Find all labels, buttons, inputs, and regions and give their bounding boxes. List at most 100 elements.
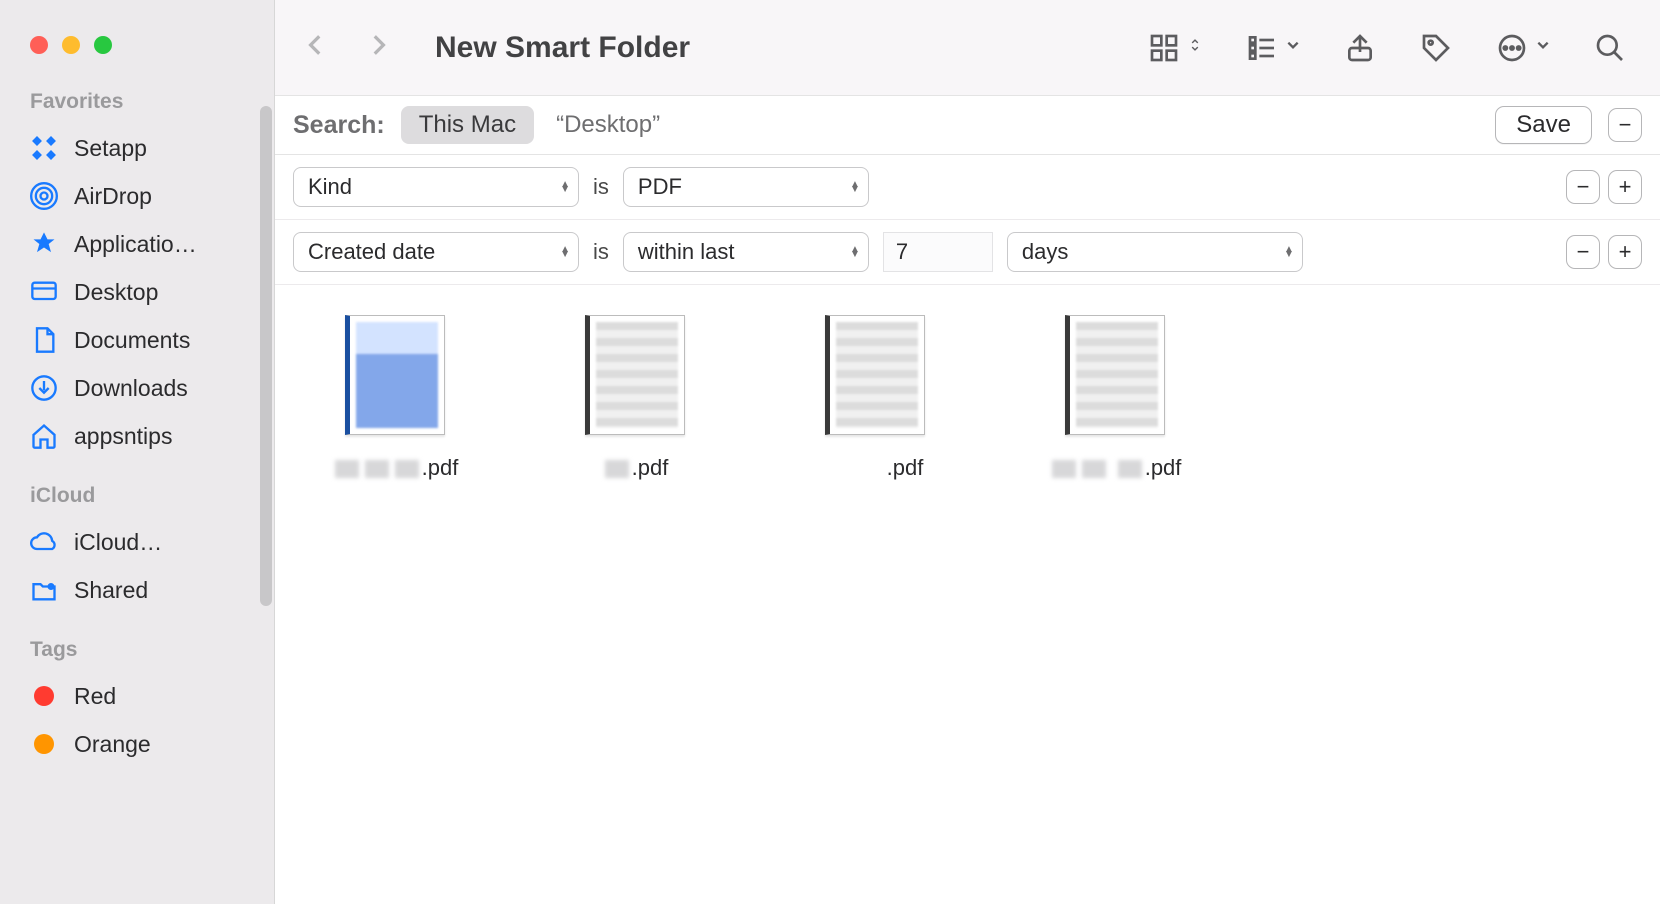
updown-icon: ▲▼ (850, 247, 860, 257)
rule-value-select[interactable]: within last ▲▼ (623, 232, 869, 272)
sidebar-item-label: Desktop (74, 279, 158, 306)
sidebar-item-label: Downloads (74, 375, 188, 402)
file-thumbnail (345, 315, 445, 435)
sidebar-item-label: Orange (74, 731, 151, 758)
file-item[interactable]: .pdf (295, 315, 495, 481)
toolbar: New Smart Folder (275, 0, 1660, 96)
remove-rule-button[interactable]: − (1566, 235, 1600, 269)
file-name: .pdf (1015, 455, 1215, 481)
close-window-button[interactable] (30, 36, 48, 54)
rule-number-input[interactable]: 7 (883, 232, 993, 272)
sidebar-item-icloud[interactable]: iCloud… (0, 518, 274, 566)
file-item[interactable]: .pdf (775, 315, 975, 481)
file-item[interactable]: .pdf (1015, 315, 1215, 481)
sidebar-item-label: appsntips (74, 423, 172, 450)
file-thumbnail (585, 315, 685, 435)
sidebar-item-label: Red (74, 683, 116, 710)
sidebar-item-airdrop[interactable]: AirDrop (0, 172, 274, 220)
cloud-icon (30, 528, 58, 556)
rule-value-select[interactable]: PDF ▲▼ (623, 167, 869, 207)
sidebar-item-shared[interactable]: Shared (0, 566, 274, 614)
sidebar-section-icloud: iCloud (0, 478, 274, 518)
search-scope-bar: Search: This Mac “Desktop” Save − (275, 96, 1660, 155)
shared-folder-icon (30, 576, 58, 604)
sidebar-item-downloads[interactable]: Downloads (0, 364, 274, 412)
scope-this-mac[interactable]: This Mac (401, 106, 534, 144)
tag-dot-orange-icon (30, 730, 58, 758)
setapp-icon (30, 134, 58, 162)
updown-icon: ▲▼ (1284, 247, 1294, 257)
sidebar-item-tag-orange[interactable]: Orange (0, 720, 274, 768)
save-button[interactable]: Save (1495, 106, 1592, 144)
airdrop-icon (30, 182, 58, 210)
applications-icon (30, 230, 58, 258)
rule-operator: is (593, 174, 609, 200)
view-switcher-button[interactable] (1148, 32, 1202, 64)
sidebar-item-label: AirDrop (74, 183, 152, 210)
chevron-down-icon (1536, 38, 1550, 57)
sidebar-item-applications[interactable]: Applicatio… (0, 220, 274, 268)
rule-value: PDF (638, 174, 682, 200)
rule-unit-value: days (1022, 239, 1068, 265)
share-button[interactable] (1344, 32, 1376, 64)
downloads-icon (30, 374, 58, 402)
updown-icon: ▲▼ (850, 182, 860, 192)
rule-field-value: Created date (308, 239, 435, 265)
file-thumbnail (825, 315, 925, 435)
tags-button[interactable] (1420, 32, 1452, 64)
zoom-window-button[interactable] (94, 36, 112, 54)
add-rule-button[interactable]: + (1608, 170, 1642, 204)
search-button[interactable] (1594, 32, 1626, 64)
scope-desktop[interactable]: “Desktop” (550, 107, 666, 143)
sidebar-item-label: Documents (74, 327, 190, 354)
rule-unit-select[interactable]: days ▲▼ (1007, 232, 1303, 272)
action-menu-button[interactable] (1496, 32, 1550, 64)
file-thumbnail (1065, 315, 1165, 435)
file-grid: .pdf .pdf .pdf .pdf (275, 285, 1660, 904)
home-icon (30, 422, 58, 450)
sidebar-item-setapp[interactable]: Setapp (0, 124, 274, 172)
window-controls (0, 16, 274, 84)
updown-icon: ▲▼ (560, 247, 570, 257)
file-item[interactable]: .pdf (535, 315, 735, 481)
sidebar-item-documents[interactable]: Documents (0, 316, 274, 364)
sidebar-item-label: Shared (74, 577, 148, 604)
remove-search-button[interactable]: − (1608, 108, 1642, 142)
window-title: New Smart Folder (435, 31, 690, 65)
main: New Smart Folder (275, 0, 1660, 904)
sidebar-item-appsntips[interactable]: appsntips (0, 412, 274, 460)
minimize-window-button[interactable] (62, 36, 80, 54)
back-button[interactable] (303, 28, 329, 67)
desktop-icon (30, 278, 58, 306)
rule-number-value: 7 (896, 239, 908, 265)
add-rule-button[interactable]: + (1608, 235, 1642, 269)
sidebar-item-desktop[interactable]: Desktop (0, 268, 274, 316)
file-name: .pdf (295, 455, 495, 481)
sidebar-item-tag-red[interactable]: Red (0, 672, 274, 720)
sidebar-scrollbar[interactable] (260, 106, 272, 606)
sidebar-item-label: Applicatio… (74, 231, 197, 258)
file-name: .pdf (535, 455, 735, 481)
rule-row-1: Kind ▲▼ is PDF ▲▼ − + (275, 155, 1660, 220)
rule-operator: is (593, 239, 609, 265)
chevron-down-icon (1286, 38, 1300, 57)
sidebar-item-label: iCloud… (74, 529, 162, 556)
documents-icon (30, 326, 58, 354)
rule-field-value: Kind (308, 174, 352, 200)
remove-rule-button[interactable]: − (1566, 170, 1600, 204)
group-by-button[interactable] (1246, 32, 1300, 64)
sidebar-section-favorites: Favorites (0, 84, 274, 124)
tag-dot-red-icon (30, 682, 58, 710)
sidebar: Favorites Setapp AirDrop Applicatio… Des… (0, 0, 275, 904)
rule-row-2: Created date ▲▼ is within last ▲▼ 7 days… (275, 220, 1660, 285)
rule-value: within last (638, 239, 735, 265)
forward-button[interactable] (365, 28, 391, 67)
rule-field-select[interactable]: Kind ▲▼ (293, 167, 579, 207)
updown-icon (1188, 38, 1202, 57)
file-name: .pdf (775, 455, 975, 481)
sidebar-section-tags: Tags (0, 632, 274, 672)
updown-icon: ▲▼ (560, 182, 570, 192)
rule-field-select[interactable]: Created date ▲▼ (293, 232, 579, 272)
search-label: Search: (293, 111, 385, 140)
sidebar-item-label: Setapp (74, 135, 147, 162)
